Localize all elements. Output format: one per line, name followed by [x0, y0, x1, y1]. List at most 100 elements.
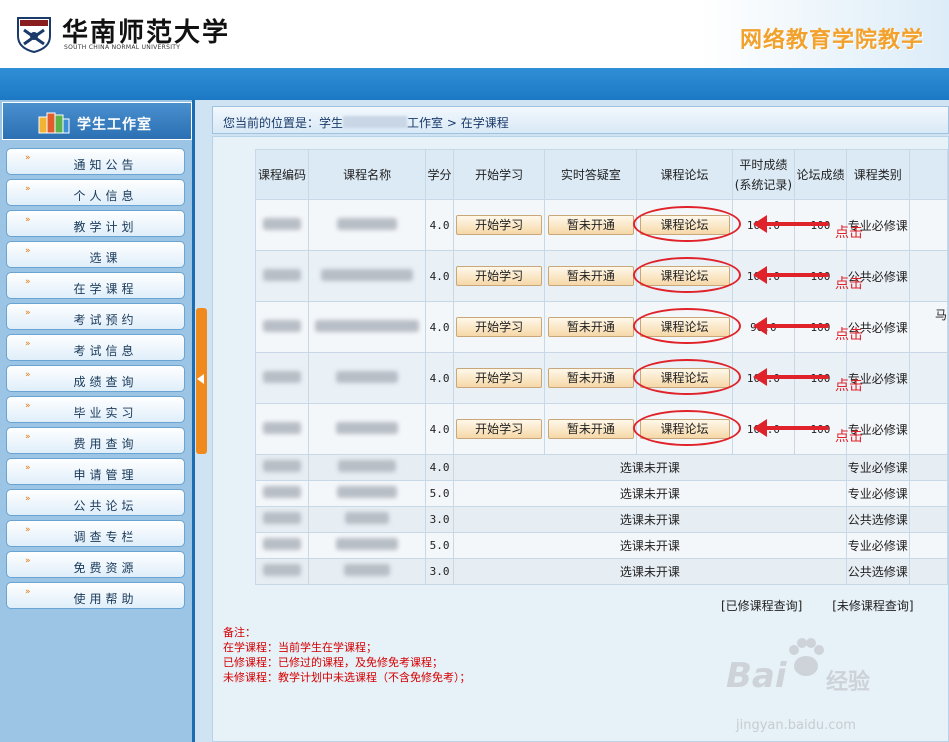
completed-courses-link[interactable]: [已修课程查询] — [721, 599, 802, 613]
qa-room-button[interactable]: 暂未开通 — [547, 368, 634, 388]
start-study-button[interactable]: 开始学习 — [456, 419, 543, 439]
course-name-cell — [308, 454, 427, 481]
qa-room-cell: 暂未开通 — [544, 352, 638, 404]
course-name-cell — [308, 558, 427, 585]
qa-room-cell: 暂未开通 — [544, 250, 638, 302]
table-row: 3.0 选课未开课 公共选修课 — [254, 558, 949, 585]
breadcrumb-suffix: 工作室 > 在学课程 — [407, 116, 509, 130]
sidebar-item-label: 通知公告 — [73, 158, 138, 172]
header-course-name: 课程名称 — [308, 149, 427, 200]
sidebar-item[interactable]: » 个人信息 — [6, 179, 185, 206]
start-study-cell: 开始学习 — [452, 250, 546, 302]
sidebar-item-label: 使用帮助 — [73, 592, 138, 606]
sidebar-item[interactable]: » 教学计划 — [6, 210, 185, 237]
header-credit: 学分 — [425, 149, 454, 200]
header-qa-room: 实时答疑室 — [544, 149, 638, 200]
qa-room-cell: 暂未开通 — [544, 301, 638, 353]
sidebar-item[interactable]: » 在学课程 — [6, 272, 185, 299]
sidebar-item[interactable]: » 毕业实习 — [6, 396, 185, 423]
sidebar-item[interactable]: » 费用查询 — [6, 427, 185, 454]
start-study-button[interactable]: 开始学习 — [456, 215, 543, 235]
highlight-ring — [633, 359, 741, 395]
credit-cell: 4.0 — [425, 454, 454, 481]
sidebar-collapse-handle[interactable] — [196, 308, 207, 454]
qa-room-button[interactable]: 暂未开通 — [547, 419, 634, 439]
redacted-text — [263, 268, 302, 281]
redacted-text — [263, 564, 302, 576]
highlight-ring — [633, 410, 741, 446]
overflow-cell — [908, 558, 949, 585]
course-table: 课程编码 课程名称 学分 开始学习 实时答疑室 课程论坛 平时成绩 (系统记录) … — [254, 149, 949, 585]
course-name-cell — [308, 403, 427, 455]
header-overflow — [908, 149, 949, 200]
course-code-cell — [254, 532, 310, 559]
sidebar-item[interactable]: » 调查专栏 — [6, 520, 185, 547]
sidebar-item-label: 成绩查询 — [73, 375, 138, 389]
start-study-button[interactable]: 开始学习 — [456, 317, 543, 337]
collapse-arrow-icon — [197, 374, 204, 384]
books-icon — [38, 112, 70, 134]
header-band — [0, 68, 949, 100]
start-study-button[interactable]: 开始学习 — [456, 368, 543, 388]
qa-room-button[interactable]: 暂未开通 — [547, 215, 634, 235]
start-study-button[interactable]: 开始学习 — [456, 266, 543, 286]
redacted-text — [336, 538, 399, 550]
click-hint-label: 点击 — [835, 225, 863, 241]
sidebar-item-label: 毕业实习 — [73, 406, 138, 420]
credit-cell: 5.0 — [425, 480, 454, 507]
qa-room-cell: 暂未开通 — [544, 199, 638, 251]
start-study-cell: 开始学习 — [452, 352, 546, 404]
table-header-row: 课程编码 课程名称 学分 开始学习 实时答疑室 课程论坛 平时成绩 (系统记录) … — [254, 149, 949, 200]
not-taken-courses-link[interactable]: [未修课程查询] — [832, 599, 913, 613]
notes-title: 备注： — [223, 626, 256, 639]
redacted-text — [263, 512, 302, 524]
course-code-cell — [254, 352, 310, 404]
overflow-cell — [908, 532, 949, 559]
click-hint-label: 点击 — [835, 378, 863, 394]
header-usual-score-line1: 平时成绩 — [739, 157, 788, 172]
sidebar-item[interactable]: » 考试信息 — [6, 334, 185, 361]
credit-cell: 4.0 — [425, 250, 454, 302]
sidebar-item[interactable]: » 免费资源 — [6, 551, 185, 578]
redacted-text — [343, 116, 408, 128]
course-status-cell: 选课未开课 — [452, 558, 847, 585]
course-status-cell: 选课未开课 — [452, 480, 847, 507]
redacted-text — [315, 319, 420, 332]
sidebar-item[interactable]: » 考试预约 — [6, 303, 185, 330]
redacted-text — [345, 512, 390, 524]
redacted-text — [336, 421, 399, 434]
sidebar-item[interactable]: » 申请管理 — [6, 458, 185, 485]
course-code-cell — [254, 250, 310, 302]
credit-cell: 4.0 — [425, 199, 454, 251]
redacted-text — [344, 564, 391, 576]
redacted-text — [337, 486, 398, 498]
redacted-text — [263, 486, 302, 498]
sidebar-item-label: 调查专栏 — [73, 530, 138, 544]
breadcrumb-text: 您当前的位置是：学生 工作室 > 在学课程 — [223, 114, 509, 131]
sidebar-item[interactable]: » 使用帮助 — [6, 582, 185, 609]
course-name-cell — [308, 506, 427, 533]
overflow-cell — [908, 352, 949, 404]
overflow-text: 马 — [934, 308, 947, 322]
overflow-cell — [908, 403, 949, 455]
sidebar-item[interactable]: » 选课 — [6, 241, 185, 268]
sidebar-item[interactable]: » 公共论坛 — [6, 489, 185, 516]
sidebar-item[interactable]: » 通知公告 — [6, 148, 185, 175]
watermark-suffix: 经验 — [826, 670, 871, 695]
breadcrumb: 您当前的位置是：学生 工作室 > 在学课程 — [212, 106, 949, 134]
category-cell: 公共选修课 — [845, 506, 910, 533]
qa-room-button[interactable]: 暂未开通 — [547, 317, 634, 337]
banner-title: 网络教育学院教学 — [740, 28, 925, 53]
overflow-cell — [908, 480, 949, 507]
course-code-cell — [254, 558, 310, 585]
course-name-cell — [308, 532, 427, 559]
qa-room-button[interactable]: 暂未开通 — [547, 266, 634, 286]
overflow-cell — [908, 199, 949, 251]
credit-cell: 5.0 — [425, 532, 454, 559]
course-code-cell — [254, 403, 310, 455]
course-name-cell — [308, 352, 427, 404]
sidebar-item-label: 在学课程 — [73, 282, 138, 296]
table-row: 5.0 选课未开课 专业必修课 — [254, 480, 949, 507]
sidebar-item[interactable]: » 成绩查询 — [6, 365, 185, 392]
category-cell: 专业必修课 — [845, 532, 910, 559]
